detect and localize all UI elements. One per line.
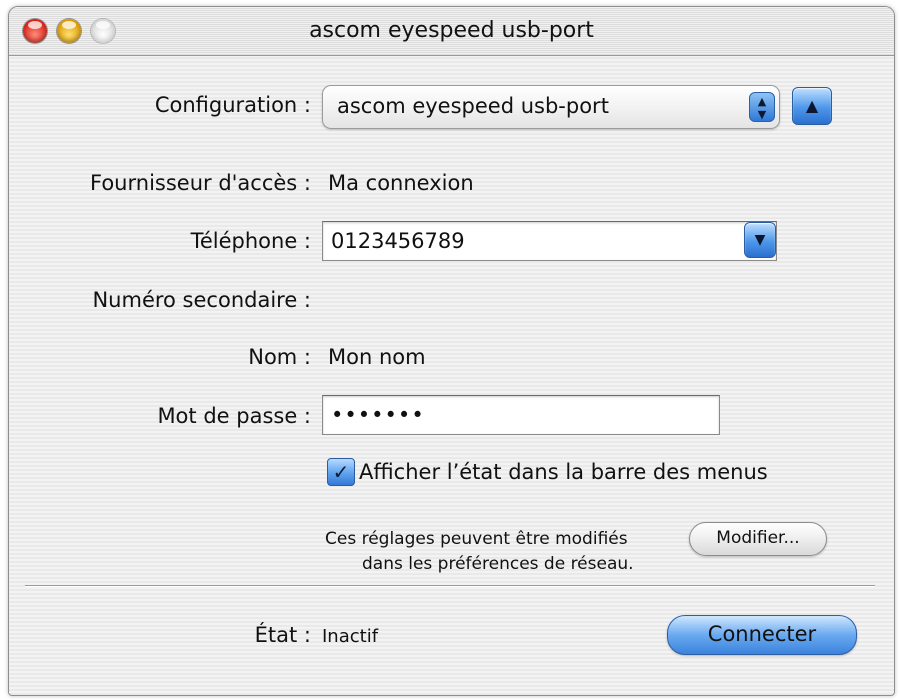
provider-value: Ma connexion (328, 171, 474, 195)
password-field[interactable]: ••••••• (322, 395, 720, 435)
window-title: ascom eyespeed usb-port (309, 18, 594, 43)
phone-dropdown-button[interactable]: ▼ (744, 222, 776, 258)
title-bar[interactable]: ascom eyespeed usb-port (9, 7, 894, 56)
checkmark-icon: ✓ (332, 460, 350, 484)
separator (25, 585, 875, 587)
name-value: Mon nom (328, 345, 426, 369)
password-label: Mot de passe : (157, 404, 311, 428)
settings-note-line1: Ces réglages peuvent être modifiés (325, 529, 628, 549)
secondary-number-label: Numéro secondaire : (92, 288, 311, 312)
status-label: État : (254, 623, 311, 647)
configuration-value: ascom eyespeed usb-port (337, 94, 609, 118)
connect-button[interactable]: Connecter (667, 615, 857, 655)
collapse-toggle-button[interactable]: ▲ (792, 87, 832, 125)
modify-button[interactable]: Modifier... (689, 522, 827, 556)
configuration-popup[interactable]: ascom eyespeed usb-port ▲ ▼ (322, 85, 780, 129)
provider-label: Fournisseur d'accès : (90, 171, 311, 195)
triangle-up-icon: ▲ (805, 96, 819, 115)
popup-updown-arrows-icon: ▲ ▼ (749, 92, 775, 122)
configuration-label: Configuration : (154, 93, 311, 117)
show-status-checkbox[interactable]: ✓ (327, 458, 355, 486)
triangle-down-icon: ▼ (754, 232, 766, 248)
status-value: Inactif (322, 626, 379, 647)
settings-note-line2: dans les préférences de réseau. (362, 554, 634, 574)
show-status-label: Afficher l’état dans la barre des menus (359, 460, 768, 484)
phone-field[interactable]: 0123456789 (322, 221, 777, 261)
name-label: Nom : (248, 345, 311, 369)
phone-label: Téléphone : (190, 229, 311, 253)
dialog-window: ascom eyespeed usb-port Configuration : … (8, 6, 895, 696)
